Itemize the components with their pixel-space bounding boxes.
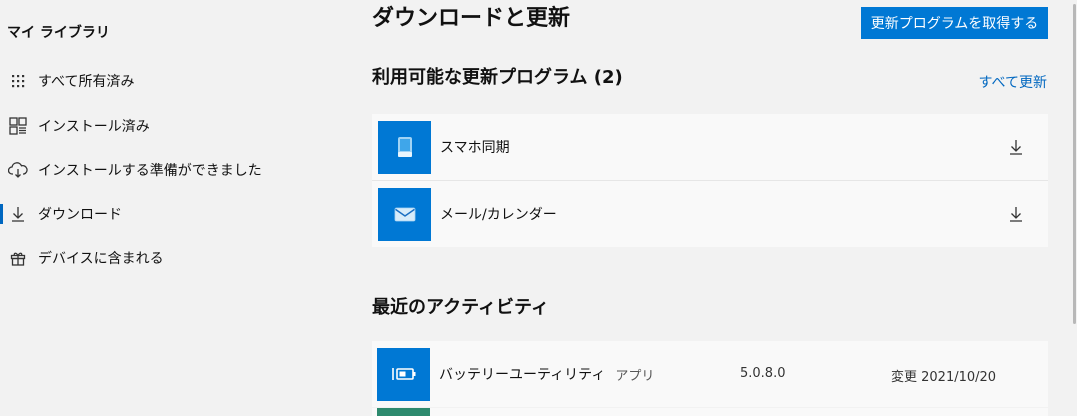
activity-heading: 最近のアクティビティ <box>372 297 549 318</box>
update-all-link[interactable]: すべて更新 <box>979 72 1047 92</box>
grid-dots-icon <box>8 71 28 91</box>
nav-item-installed[interactable]: インストール済み <box>0 110 330 142</box>
activity-app-type: アプリ <box>615 368 655 384</box>
sidebar: マイ ライブラリ すべて所有済み インストール済み インストールする準備ができま… <box>0 0 340 416</box>
activity-card-partial[interactable] <box>372 408 1048 416</box>
update-card-phone-link[interactable]: スマホ同期 <box>372 114 1048 180</box>
nav-item-label: デバイスに含まれる <box>38 251 164 267</box>
phone-link-icon <box>378 120 431 174</box>
updates-heading: 利用可能な更新プログラム (2) <box>372 67 623 88</box>
download-arrow-icon <box>8 204 28 224</box>
nav-item-label: ダウンロード <box>38 207 122 223</box>
nav-item-all-owned[interactable]: すべて所有済み <box>0 65 330 97</box>
activity-card-battery-utility[interactable]: バッテリーユーティリティ アプリ 5.0.8.0 変更 2021/10/20 <box>372 341 1048 407</box>
download-icon[interactable] <box>1004 135 1028 159</box>
download-icon[interactable] <box>1004 202 1028 226</box>
mail-icon <box>378 187 431 241</box>
nav-item-label: インストール済み <box>38 119 150 135</box>
app-tile-partial <box>377 408 430 416</box>
cloud-download-icon <box>8 160 28 180</box>
nav-item-ready-to-install[interactable]: インストールする準備ができました <box>0 154 330 186</box>
activity-app-version: 5.0.8.0 <box>740 366 786 381</box>
installed-grid-icon <box>8 116 28 136</box>
gift-icon <box>8 248 28 268</box>
nav-item-included-with-device[interactable]: デバイスに含まれる <box>0 242 330 274</box>
scrollbar[interactable] <box>1069 0 1077 416</box>
nav-item-label: すべて所有済み <box>38 74 135 90</box>
main-content: ダウンロードと更新 更新プログラムを取得する 利用可能な更新プログラム (2) … <box>372 0 1048 416</box>
nav-item-label: インストールする準備ができました <box>38 163 262 179</box>
update-app-name: スマホ同期 <box>440 140 510 156</box>
update-app-name: メール/カレンダー <box>440 207 557 223</box>
activity-modified-date: 変更 2021/10/20 <box>891 370 997 385</box>
get-updates-button[interactable]: 更新プログラムを取得する <box>861 7 1048 39</box>
nav-item-downloads[interactable]: ダウンロード <box>0 198 330 230</box>
activity-app-name: バッテリーユーティリティ <box>439 367 606 383</box>
sidebar-title: マイ ライブラリ <box>7 25 110 41</box>
battery-utility-icon <box>377 347 430 401</box>
page-title: ダウンロードと更新 <box>372 6 571 31</box>
scrollbar-thumb[interactable] <box>1073 4 1076 324</box>
update-card-mail-calendar[interactable]: メール/カレンダー <box>372 180 1048 247</box>
